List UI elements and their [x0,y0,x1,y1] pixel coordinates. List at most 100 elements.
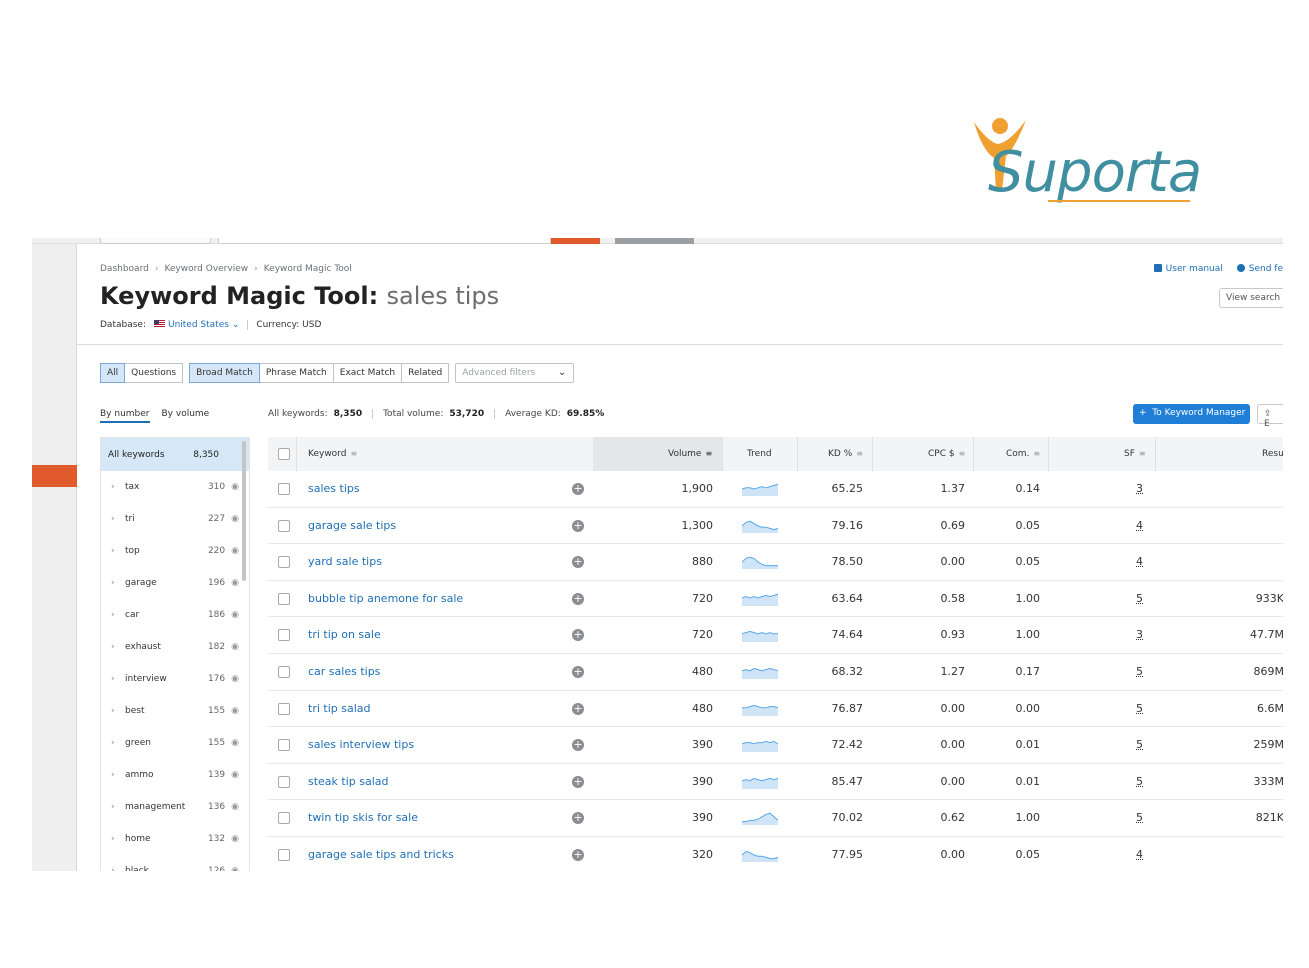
eye-icon[interactable]: ◉ [231,706,239,716]
table-row[interactable]: yard sale tips +880 78.50 0.00 0.05 4 [268,544,1283,581]
eye-icon[interactable]: ◉ [231,674,239,684]
phrase-match-button[interactable]: Phrase Match [259,363,334,383]
view-search-history-button[interactable]: View search h [1219,288,1283,308]
row-checkbox[interactable] [278,519,290,532]
row-checkbox[interactable] [278,483,290,495]
table-row[interactable]: twin tip skis for sale +390 70.02 0.62 1.00 5… [268,800,1283,837]
advanced-filters-select[interactable]: Advanced filters ⌄ [455,363,575,383]
eye-icon[interactable]: ◉ [231,642,239,652]
eye-icon[interactable]: ◉ [231,834,239,844]
keyword-link[interactable]: yard sale tips [308,555,382,568]
broad-match-button[interactable]: Broad Match [189,363,260,383]
group-item[interactable]: › car 186 ◉ [101,599,249,631]
keyword-link[interactable]: garage sale tips [308,519,396,532]
keyword-link[interactable]: sales interview tips [308,738,414,751]
col-kd[interactable]: KD % ≡ [828,449,863,459]
exact-match-button[interactable]: Exact Match [333,363,403,383]
keyword-link[interactable]: garage sale tips and tricks [308,848,454,861]
row-checkbox[interactable] [278,665,290,678]
add-keyword-icon[interactable]: + [572,592,584,605]
group-item[interactable]: › top 220 ◉ [101,535,249,567]
group-item[interactable]: › exhaust 182 ◉ [101,631,249,663]
table-row[interactable]: sales interview tips +390 72.42 0.00 0.01 5 25… [268,727,1283,764]
group-item[interactable]: › black 126 ◉ [101,855,249,871]
row-checkbox[interactable] [278,739,290,752]
eye-icon[interactable]: ◉ [231,802,239,812]
add-keyword-icon[interactable]: + [572,483,584,495]
select-all-checkbox[interactable] [278,448,290,460]
group-item[interactable]: › best 155 ◉ [101,695,249,727]
col-sf[interactable]: SF ≡ [1124,449,1146,459]
related-button[interactable]: Related [402,363,450,383]
group-item[interactable]: › home 132 ◉ [101,823,249,855]
table-row[interactable]: steak tip salad +390 85.47 0.00 0.01 5 333M [268,764,1283,801]
add-keyword-icon[interactable]: + [572,812,584,825]
sf-value[interactable]: 5 [1136,811,1143,824]
sf-value[interactable]: 5 [1136,592,1143,605]
keyword-link[interactable]: bubble tip anemone for sale [308,592,463,605]
keyword-link[interactable]: car sales tips [308,665,380,678]
add-keyword-icon[interactable]: + [572,665,584,678]
eye-icon[interactable]: ◉ [231,770,239,780]
row-checkbox[interactable] [278,592,290,605]
eye-icon[interactable]: ◉ [231,866,239,871]
breadcrumb-item[interactable]: Keyword Overview [164,264,248,274]
row-checkbox[interactable] [278,702,290,715]
group-item[interactable]: › green 155 ◉ [101,727,249,759]
sf-value[interactable]: 3 [1136,482,1143,495]
sf-value[interactable]: 4 [1136,848,1143,861]
eye-icon[interactable]: ◉ [231,514,239,524]
group-item[interactable]: › management 136 ◉ [101,791,249,823]
row-checkbox[interactable] [278,848,290,861]
add-keyword-icon[interactable]: + [572,519,584,532]
group-item[interactable]: › interview 176 ◉ [101,663,249,695]
sf-value[interactable]: 5 [1136,665,1143,678]
group-item[interactable]: › tri 227 ◉ [101,503,249,535]
eye-icon[interactable]: ◉ [231,546,239,556]
to-keyword-manager-button[interactable]: + To Keyword Manager [1133,404,1250,424]
tab-by-volume[interactable]: By volume [162,409,210,423]
user-manual-link[interactable]: User manual [1153,264,1223,274]
eye-icon[interactable]: ◉ [231,578,239,588]
toolbar-secondary-button[interactable] [615,238,694,244]
add-keyword-icon[interactable]: + [572,629,584,642]
eye-icon[interactable]: ◉ [231,610,239,620]
toolbar-select[interactable] [100,238,211,244]
group-item[interactable]: › tax 310 ◉ [101,471,249,503]
send-feedback-link[interactable]: Send fe [1236,264,1283,274]
breadcrumb-item[interactable]: Dashboard [100,264,149,274]
sf-value[interactable]: 5 [1136,702,1143,715]
tab-by-number[interactable]: By number [100,409,150,423]
table-row[interactable]: sales tips +1,900 65.25 1.37 0.14 3 [268,471,1283,508]
add-keyword-icon[interactable]: + [572,702,584,715]
group-item[interactable]: › garage 196 ◉ [101,567,249,599]
col-volume[interactable]: Volume ≡ [668,449,712,459]
table-row[interactable]: tri tip on sale +720 74.64 0.93 1.00 3 47.7M [268,617,1283,654]
sf-value[interactable]: 4 [1136,519,1143,532]
groups-scrollbar[interactable] [242,441,246,581]
keyword-link[interactable]: tri tip on sale [308,628,381,641]
row-checkbox[interactable] [278,629,290,642]
add-keyword-icon[interactable]: + [572,848,584,861]
toolbar-search-button[interactable] [551,238,600,244]
row-checkbox[interactable] [278,775,290,788]
keyword-link[interactable]: steak tip salad [308,775,389,788]
scope-all-button[interactable]: All [100,363,126,383]
eye-icon[interactable]: ◉ [231,738,239,748]
col-com[interactable]: Com. ≡ [1006,449,1040,459]
group-all-keywords[interactable]: All keywords 8,350 [101,438,249,471]
eye-icon[interactable]: ◉ [231,482,239,492]
add-keyword-icon[interactable]: + [572,739,584,752]
sf-value[interactable]: 4 [1136,555,1143,568]
table-row[interactable]: car sales tips +480 68.32 1.27 0.17 5 869M [268,654,1283,691]
sf-value[interactable]: 3 [1136,628,1143,641]
add-keyword-icon[interactable]: + [572,775,584,788]
scope-questions-button[interactable]: Questions [125,363,184,383]
col-cpc[interactable]: CPC $ ≡ [928,449,965,459]
group-item[interactable]: › ammo 139 ◉ [101,759,249,791]
table-row[interactable]: garage sale tips +1,300 79.16 0.69 0.05 4 [268,508,1283,545]
add-keyword-icon[interactable]: + [572,556,584,569]
left-nav-active-marker[interactable] [32,465,77,487]
sf-value[interactable]: 5 [1136,775,1143,788]
table-row[interactable]: bubble tip anemone for sale +720 63.64 0.58… [268,581,1283,618]
